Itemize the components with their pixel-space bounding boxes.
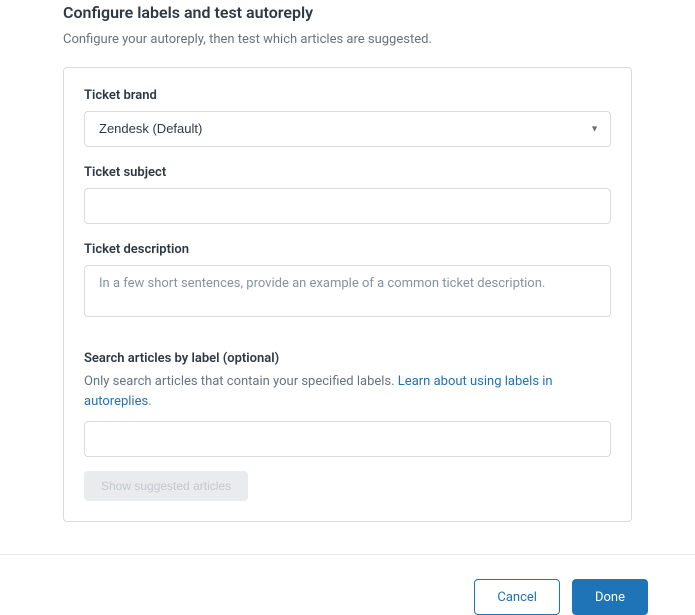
search-subtext-suffix: . xyxy=(148,394,151,409)
ticket-brand-group: Ticket brand Zendesk (Default) ▼ xyxy=(84,88,611,147)
page-subtitle: Configure your autoreply, then test whic… xyxy=(63,32,632,47)
search-articles-label: Search articles by label (optional) xyxy=(84,351,611,366)
ticket-subject-label: Ticket subject xyxy=(84,165,611,180)
config-panel: Ticket brand Zendesk (Default) ▼ Ticket … xyxy=(63,67,632,522)
ticket-brand-select-button[interactable]: Zendesk (Default) xyxy=(84,111,611,147)
footer: Cancel Done xyxy=(0,555,695,615)
ticket-brand-label: Ticket brand xyxy=(84,88,611,103)
show-suggested-articles-button: Show suggested articles xyxy=(84,471,248,501)
done-button[interactable]: Done xyxy=(572,579,648,615)
ticket-subject-group: Ticket subject xyxy=(84,165,611,224)
ticket-description-textarea[interactable] xyxy=(84,265,611,317)
ticket-brand-select[interactable]: Zendesk (Default) ▼ xyxy=(84,111,611,147)
search-articles-group: Search articles by label (optional) Only… xyxy=(84,351,611,501)
ticket-description-label: Ticket description xyxy=(84,242,611,257)
search-labels-input[interactable] xyxy=(84,421,611,457)
cancel-button[interactable]: Cancel xyxy=(474,579,560,615)
page-title: Configure labels and test autoreply xyxy=(63,3,632,22)
search-subtext-prefix: Only search articles that contain your s… xyxy=(84,374,398,389)
ticket-description-group: Ticket description xyxy=(84,242,611,321)
search-articles-subtext: Only search articles that contain your s… xyxy=(84,372,611,411)
ticket-subject-input[interactable] xyxy=(84,188,611,224)
